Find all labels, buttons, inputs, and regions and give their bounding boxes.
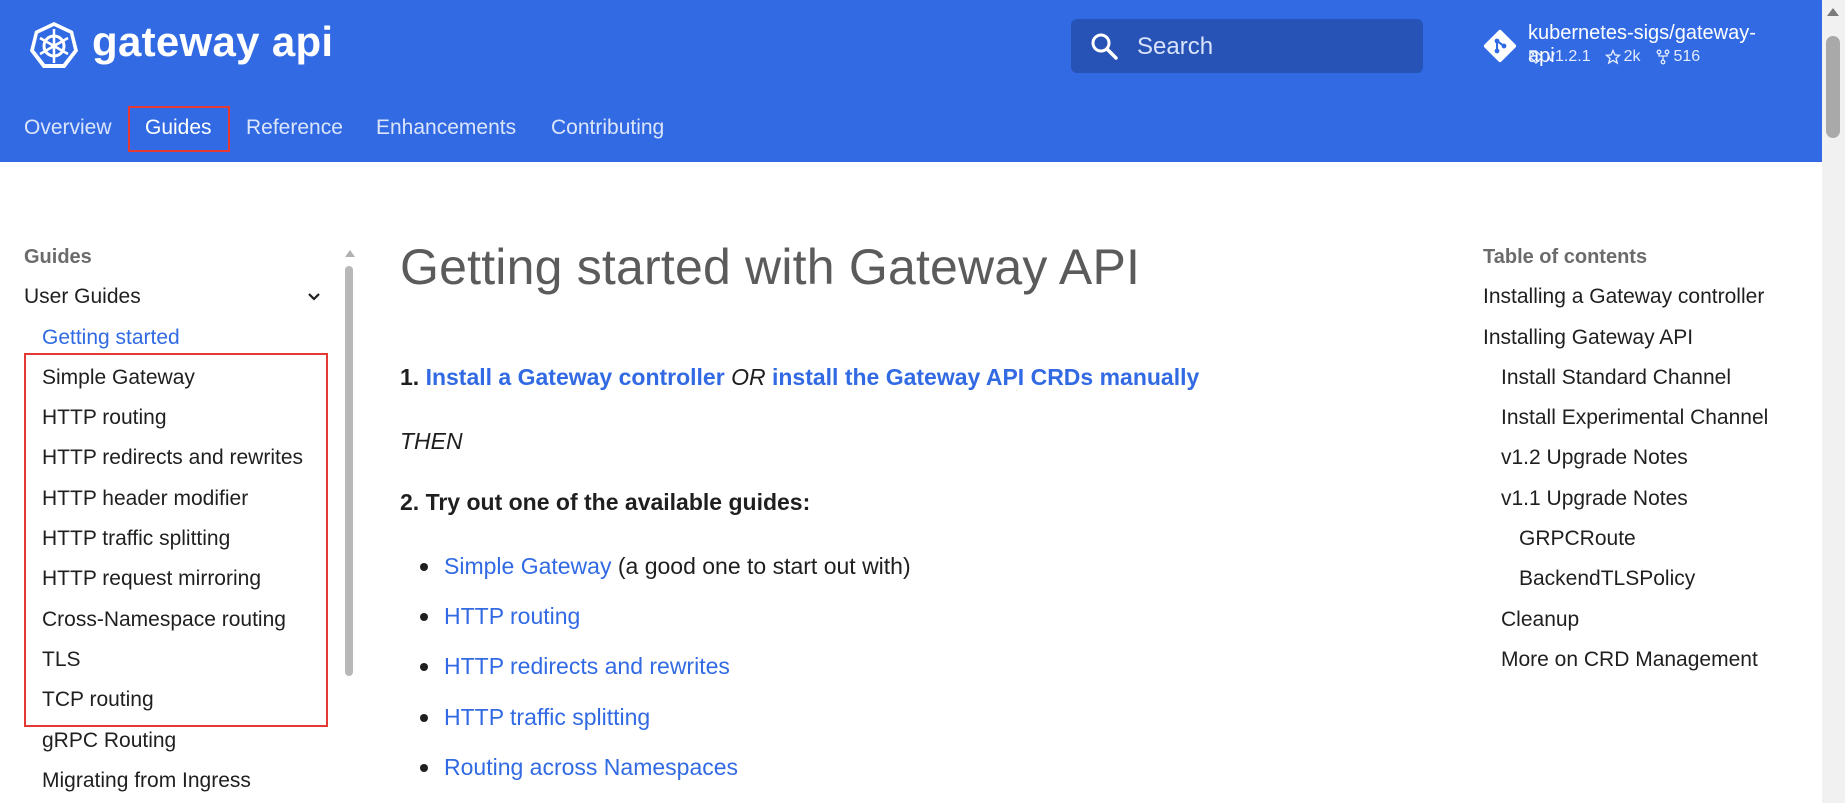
git-icon	[1483, 29, 1517, 63]
sidebar-item-grpc-routing[interactable]: gRPC Routing	[42, 729, 176, 753]
bullet	[420, 563, 428, 571]
toc-item-installing-gateway-controller[interactable]: Installing a Gateway controller	[1483, 285, 1764, 309]
repo-version: v1.2.1	[1528, 48, 1591, 66]
toc-item-v1-2-upgrade-notes[interactable]: v1.2 Upgrade Notes	[1501, 446, 1688, 470]
toc-item-more-on-crd-management[interactable]: More on CRD Management	[1501, 648, 1758, 672]
page-scrollbar[interactable]	[1822, 0, 1845, 803]
install-gateway-controller-link[interactable]: Install a Gateway controller	[426, 364, 725, 390]
toc-item-cleanup[interactable]: Cleanup	[1501, 608, 1579, 632]
repo-stars-text: 2k	[1623, 48, 1641, 65]
repo-stars: 2k	[1604, 48, 1641, 66]
sidebar-scroll-up-icon[interactable]	[345, 250, 355, 257]
tab-contributing[interactable]: Contributing	[551, 116, 664, 140]
repo-version-text: v1.2.1	[1547, 48, 1591, 65]
search-icon	[1091, 33, 1118, 60]
step-1: 1. Install a Gateway controller OR insta…	[400, 364, 1199, 391]
toc-item-grpcroute[interactable]: GRPCRoute	[1519, 527, 1636, 551]
scrollbar-thumb[interactable]	[1826, 36, 1840, 138]
sidebar-items-highlight	[24, 353, 328, 727]
sidebar-item-migrating-from-ingress[interactable]: Migrating from Ingress	[42, 769, 251, 793]
guide-link-routing-across-namespaces[interactable]: Routing across Namespaces	[444, 754, 738, 780]
sidebar-item-getting-started[interactable]: Getting started	[42, 326, 180, 350]
guide-item: HTTP redirects and rewrites	[444, 653, 730, 680]
guide-item: Simple Gateway (a good one to start out …	[444, 553, 911, 580]
tab-overview[interactable]: Overview	[24, 116, 112, 140]
guides-tab-highlight	[128, 106, 230, 152]
sidebar-scrollbar[interactable]	[344, 250, 355, 680]
sidebar-title: Guides	[24, 246, 92, 268]
toc-item-install-experimental-channel[interactable]: Install Experimental Channel	[1501, 406, 1768, 430]
guide-link-http-traffic-splitting[interactable]: HTTP traffic splitting	[444, 704, 650, 730]
site-name[interactable]: gateway api	[92, 18, 333, 66]
repo-forks-text: 516	[1673, 48, 1701, 65]
star-icon	[1604, 49, 1621, 65]
guide-link-http-routing[interactable]: HTTP routing	[444, 603, 580, 629]
step-1-or: OR	[731, 364, 766, 390]
sidebar-group-user-guides[interactable]: User Guides	[24, 285, 324, 315]
bullet	[420, 613, 428, 621]
then-text: THEN	[400, 428, 463, 454]
bullet	[420, 714, 428, 722]
search-box[interactable]: Search	[1071, 19, 1423, 73]
sidebar-scrollbar-thumb[interactable]	[345, 266, 353, 676]
page-title: Getting started with Gateway API	[400, 239, 1141, 295]
tab-reference[interactable]: Reference	[246, 116, 343, 140]
toc-item-installing-gateway-api[interactable]: Installing Gateway API	[1483, 326, 1693, 350]
guide-link-simple-gateway[interactable]: Simple Gateway	[444, 553, 611, 579]
guide-note: (a good one to start out with)	[617, 553, 911, 579]
toc-title: Table of contents	[1483, 246, 1648, 268]
toc-item-install-standard-channel[interactable]: Install Standard Channel	[1501, 366, 1731, 390]
tab-enhancements[interactable]: Enhancements	[376, 116, 516, 140]
sidebar-group-label: User Guides	[24, 285, 141, 308]
tag-icon	[1529, 50, 1544, 65]
kubernetes-logo-icon[interactable]	[28, 20, 80, 72]
repo-link[interactable]: kubernetes-sigs/gateway-api v1.2.1 2k 51…	[1482, 22, 1782, 72]
bullet	[420, 764, 428, 772]
toc-item-v1-1-upgrade-notes[interactable]: v1.1 Upgrade Notes	[1501, 487, 1688, 511]
repo-facts: v1.2.1 2k 516	[1528, 48, 1700, 66]
bullet	[420, 663, 428, 671]
scroll-up-arrow-icon[interactable]	[1827, 8, 1839, 16]
guide-link-http-redirects[interactable]: HTTP redirects and rewrites	[444, 653, 730, 679]
repo-forks: 516	[1655, 48, 1701, 66]
step-1-number: 1.	[400, 364, 420, 390]
guide-item: HTTP traffic splitting	[444, 704, 650, 731]
fork-icon	[1656, 49, 1669, 65]
guide-item: Routing across Namespaces	[444, 754, 738, 781]
top-header: gateway api Search kubernetes-sigs/gatew…	[0, 0, 1822, 162]
toc-item-backendtlspolicy[interactable]: BackendTLSPolicy	[1519, 567, 1695, 591]
search-placeholder: Search	[1137, 33, 1214, 60]
install-crds-manually-link[interactable]: install the Gateway API CRDs manually	[772, 364, 1199, 390]
chevron-down-icon[interactable]	[306, 289, 322, 305]
guide-item: HTTP routing	[444, 603, 580, 630]
step-2: 2. Try out one of the available guides:	[400, 489, 811, 515]
